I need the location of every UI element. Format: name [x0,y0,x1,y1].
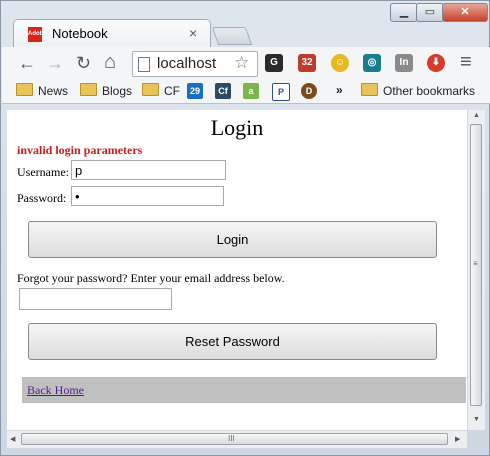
bookmark-folder-blogs[interactable]: Blogs [80,83,132,98]
smiley-extension-icon[interactable]: ☺ [331,54,349,72]
bookmarks-overflow-chevron[interactable]: » [336,83,343,97]
address-text[interactable]: localhost [157,55,229,72]
toolbar: ← → ↻ ⌂ localhost ☆ G 32 ☺ ◎ In ⬇ ≡ [2,47,490,81]
bookmark-folder-news[interactable]: News [16,83,68,98]
error-message: invalid login parameters [17,143,143,157]
adobe-icon: Adobe [28,27,47,42]
folder-icon [16,83,33,96]
bookmark-folder-other[interactable]: Other bookmarks [361,83,475,98]
email-field[interactable] [19,288,172,310]
scroll-left-icon[interactable]: ◀ [10,435,15,443]
reload-icon[interactable]: ↻ [76,53,91,74]
menu-icon[interactable]: ≡ [460,51,472,74]
folder-icon [361,83,378,96]
grip-icon: ≡ [473,259,478,268]
scroll-right-icon[interactable]: ▶ [455,435,460,443]
tab-notebook[interactable]: Adobe Notebook × [13,19,211,48]
page-viewport: Login invalid login parameters Username:… [7,110,467,430]
login-button[interactable]: Login [28,221,437,258]
grip-icon: III [228,434,235,443]
folder-icon [80,83,97,96]
close-window-button[interactable]: ✕ [442,3,488,22]
horizontal-scrollbar[interactable]: ◀ III ▶ [7,430,467,448]
forgot-password-text: Forgot your password? Enter your email a… [17,271,285,285]
scroll-up-icon[interactable]: ▲ [473,112,480,119]
page-icon [138,57,150,72]
tab-close-icon[interactable]: × [189,25,197,41]
bookmarks-bar: News Blogs CF 29 Cf a P D » Other bookma… [2,81,490,104]
reset-password-button[interactable]: Reset Password [28,323,437,360]
password-label: Password: [17,191,67,205]
vertical-scroll-thumb[interactable]: ≡ [470,124,482,406]
bookmark-p-icon[interactable]: P [272,83,290,101]
browser-window: ▁ ▭ ✕ Adobe Notebook × ← → ↻ ⌂ localhost… [0,0,490,456]
bookmark-d-icon[interactable]: D [301,83,317,99]
horizontal-scroll-thumb[interactable]: III [21,433,448,445]
maximize-button[interactable]: ▭ [416,3,444,22]
download-extension-icon[interactable]: ⬇ [427,54,445,72]
address-bar[interactable]: localhost ☆ [132,51,258,77]
minimize-button[interactable]: ▁ [390,3,418,22]
username-field[interactable] [71,160,226,180]
back-home-link[interactable]: Back Home [27,383,84,398]
password-field[interactable] [71,186,224,206]
tab-title: Notebook [52,26,108,41]
home-icon[interactable]: ⌂ [104,51,116,74]
bookmark-android-icon[interactable]: a [243,83,259,99]
vertical-scrollbar[interactable]: ▲ ≡ ▼ [467,110,485,430]
g-extension-icon[interactable]: G [265,54,283,72]
new-tab-button[interactable] [211,27,253,45]
in-extension-icon[interactable]: In [395,54,413,72]
username-label: Username: [17,165,69,179]
bookmark-cf-icon[interactable]: Cf [215,83,231,99]
footer-bar: Back Home [22,377,466,403]
bookmark-star-icon[interactable]: ☆ [234,53,249,73]
wave-extension-icon[interactable]: ◎ [363,54,381,72]
folder-icon [142,83,159,96]
bookmark-folder-cf[interactable]: CF [142,83,180,98]
back-icon[interactable]: ← [18,53,36,74]
scroll-down-icon[interactable]: ▼ [473,416,480,423]
forward-icon[interactable]: → [46,53,64,74]
page-title: Login [210,115,264,140]
bookmark-29-icon[interactable]: 29 [187,83,203,99]
db-extension-icon[interactable]: 32 [298,54,316,72]
